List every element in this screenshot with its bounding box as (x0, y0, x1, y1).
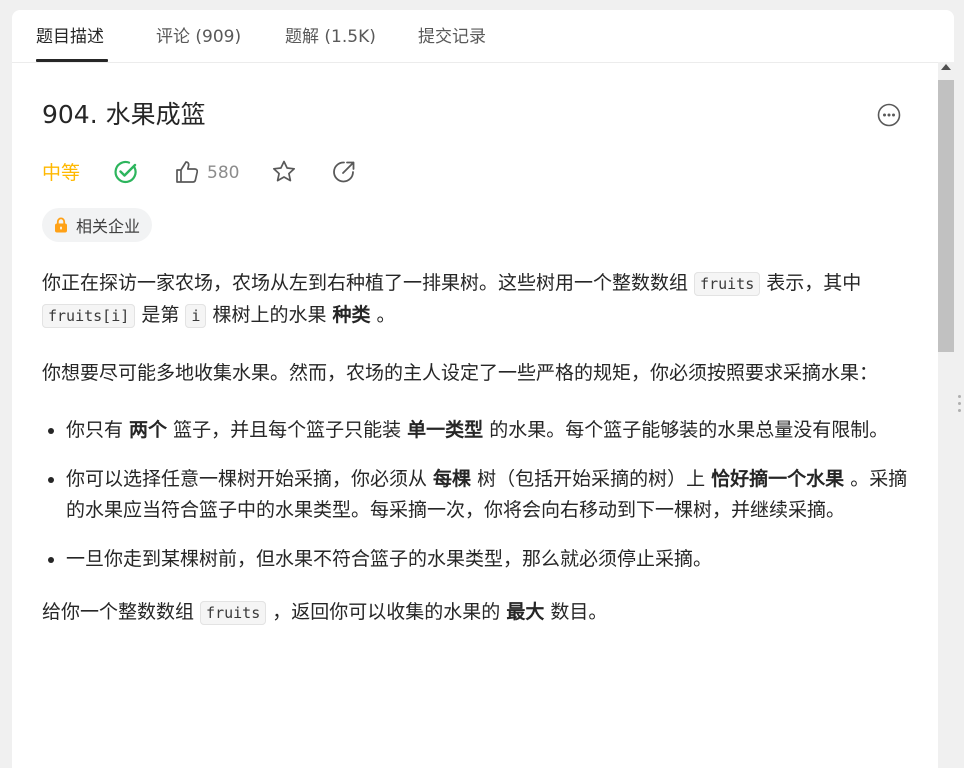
vertical-scrollbar[interactable] (938, 62, 954, 768)
active-tab-indicator (36, 59, 108, 62)
bold-text: 种类 (332, 304, 371, 326)
list-item: 你只有 两个 篮子，并且每个篮子只能装 单一类型 的水果。每个篮子能够装的水果总… (66, 415, 912, 446)
rules-list: 你只有 两个 篮子，并且每个篮子只能装 单一类型 的水果。每个篮子能够装的水果总… (42, 415, 912, 575)
tab-comments[interactable]: 评论 (909) (156, 26, 241, 48)
problem-meta: 中等 580 (42, 158, 922, 188)
difficulty-badge: 中等 (42, 162, 81, 184)
text: 的水果。每个篮子能够装的水果总量没有限制。 (483, 419, 889, 441)
panel-resize-handle[interactable] (957, 395, 963, 419)
solved-check-icon (114, 160, 137, 184)
text: 你正在探访一家农场，农场从左到右种植了一排果树。这些树用一个整数数组 (42, 272, 695, 294)
lock-icon (55, 217, 67, 233)
problem-description: 你正在探访一家农场，农场从左到右种植了一排果树。这些树用一个整数数组 fruit… (42, 268, 912, 655)
inline-code: i (185, 304, 207, 328)
tab-bar: 题目描述 评论 (909) 题解 (1.5K) 提交记录 (12, 10, 954, 63)
bold-text: 最大 (506, 601, 545, 623)
bold-text: 恰好摘一个水果 (711, 468, 845, 490)
more-icon[interactable] (877, 103, 901, 127)
inline-code: fruits (200, 601, 267, 625)
inline-code: fruits[i] (42, 304, 136, 328)
text: 一旦你走到某棵树前，但水果不符合篮子的水果类型，那么就必须停止采摘。 (66, 548, 713, 570)
text: 给你一个整数数组 (42, 601, 201, 623)
text: 棵树上的水果 (206, 304, 333, 326)
text: 是第 (135, 304, 186, 326)
scroll-up-arrow-icon[interactable] (941, 64, 951, 70)
inline-code: fruits (694, 272, 761, 296)
list-item: 你可以选择任意一棵树开始采摘，你必须从 每棵 树（包括开始采摘的树）上 恰好摘一… (66, 464, 912, 526)
related-companies-label: 相关企业 (76, 217, 141, 236)
star-icon[interactable] (270, 158, 298, 186)
related-companies-tag[interactable]: 相关企业 (42, 208, 153, 242)
paragraph-intro: 你正在探访一家农场，农场从左到右种植了一排果树。这些树用一个整数数组 fruit… (42, 268, 912, 332)
text: ，返回你可以收集的水果的 (266, 601, 507, 623)
list-item: 一旦你走到某棵树前，但水果不符合篮子的水果类型，那么就必须停止采摘。 (66, 544, 912, 575)
tab-solutions[interactable]: 题解 (1.5K) (285, 26, 376, 48)
paragraph-task: 给你一个整数数组 fruits ，返回你可以收集的水果的 最大 数目。 (42, 597, 912, 629)
text: 篮子，并且每个篮子只能装 (167, 419, 408, 441)
like-count: 580 (207, 163, 240, 183)
text: 数目。 (544, 601, 608, 623)
share-icon[interactable] (330, 158, 358, 186)
text: 树（包括开始采摘的树）上 (471, 468, 712, 490)
problem-title: 904. 水果成篮 (42, 100, 206, 129)
bold-text: 两个 (129, 419, 168, 441)
bold-text: 每棵 (433, 468, 472, 490)
thumbs-up-icon[interactable] (173, 158, 201, 186)
tab-description[interactable]: 题目描述 (36, 26, 104, 48)
text: 你可以选择任意一棵树开始采摘，你必须从 (66, 468, 434, 490)
scrollbar-thumb[interactable] (938, 80, 954, 352)
tab-submissions[interactable]: 提交记录 (418, 26, 486, 48)
paragraph-goal: 你想要尽可能多地收集水果。然而，农场的主人设定了一些严格的规矩，你必须按照要求采… (42, 362, 879, 384)
bold-text: 单一类型 (407, 419, 484, 441)
text: 你只有 (66, 419, 130, 441)
problem-panel: 题目描述 评论 (909) 题解 (1.5K) 提交记录 904. 水果成篮 中… (12, 10, 954, 768)
text: 。 (370, 304, 396, 326)
text: 表示，其中 (760, 272, 862, 294)
